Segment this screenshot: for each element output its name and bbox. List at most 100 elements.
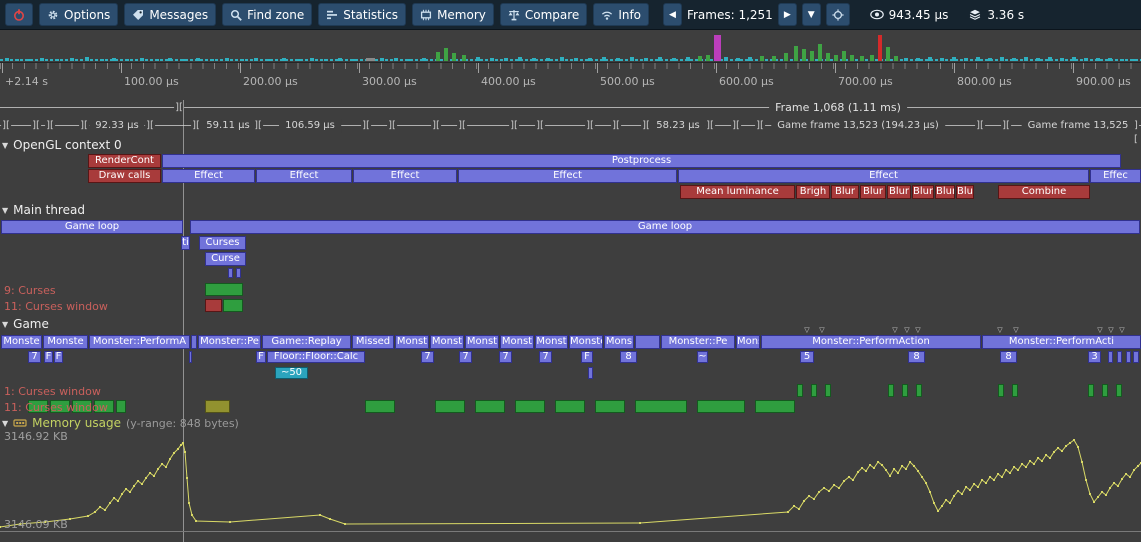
frame-bar[interactable] (422, 58, 426, 61)
frame-bar[interactable] (748, 57, 752, 61)
frame-bar[interactable] (408, 59, 412, 61)
zone-bar[interactable]: Blur (831, 185, 859, 199)
zone-bar[interactable]: Game loop (190, 220, 1140, 234)
frame-bar[interactable] (518, 57, 522, 61)
frame-bar[interactable] (1072, 57, 1076, 61)
frame-bar[interactable] (462, 55, 466, 61)
zone-bar[interactable]: F (256, 351, 266, 363)
info-button[interactable]: Info (593, 3, 649, 26)
zone-bar[interactable]: Effect (162, 169, 255, 183)
frame-band[interactable]: ][Frame 1,068 (1.11 ms) (0, 100, 1141, 116)
frame-bar[interactable] (1132, 59, 1136, 61)
zone-bar[interactable]: Monster::PerformA (89, 335, 190, 349)
zone-bar[interactable] (365, 400, 395, 413)
zone-bar[interactable] (635, 400, 687, 413)
zone-bar[interactable]: Effect (458, 169, 677, 183)
zone-bar[interactable]: 7 (28, 351, 41, 363)
profiler-timeline-view[interactable]: OptionsMessagesFind zoneStatisticsMemory… (0, 0, 1141, 542)
messages-button[interactable]: Messages (124, 3, 216, 26)
frame-bar[interactable] (842, 51, 846, 61)
frame-bar[interactable] (324, 59, 328, 61)
frame-bar[interactable] (772, 56, 776, 61)
zone-bar[interactable] (1012, 384, 1018, 397)
zone-bar[interactable]: Game::Replay (262, 335, 351, 349)
zone-bar[interactable]: 7 (459, 351, 472, 363)
zone-bar[interactable]: ti (181, 236, 190, 250)
frame-bar[interactable] (894, 56, 898, 61)
zone-bar[interactable]: Postprocess (162, 154, 1121, 168)
frame-bar[interactable] (672, 58, 676, 61)
zone-bar[interactable]: Monste (569, 335, 603, 349)
zone-bar[interactable] (755, 400, 795, 413)
zone-bar[interactable] (1088, 384, 1094, 397)
zone-bar[interactable] (588, 367, 593, 379)
zone-bar[interactable]: F (54, 351, 63, 363)
zone-bar[interactable] (1133, 351, 1139, 363)
frame-bar[interactable] (870, 55, 874, 61)
frame-bar[interactable] (112, 58, 116, 61)
find-zone-button[interactable]: Find zone (222, 3, 312, 26)
frame-bar[interactable] (834, 55, 838, 61)
zone-bar[interactable]: Mean luminance (680, 185, 795, 199)
options-button[interactable]: Options (39, 3, 118, 26)
zone-bar[interactable]: Monst (500, 335, 534, 349)
frame-bar[interactable] (436, 52, 440, 61)
frame-bar[interactable] (394, 58, 398, 61)
frame-bar[interactable] (1000, 57, 1004, 61)
frame-bar[interactable] (546, 58, 550, 61)
zone-bar[interactable] (515, 400, 545, 413)
thread-label[interactable]: 11: Curses window (4, 300, 108, 313)
zone-bar[interactable]: 7 (421, 351, 434, 363)
zone-bar[interactable]: Effect (678, 169, 1089, 183)
zone-bar[interactable]: Blur (956, 185, 974, 199)
frame-bar[interactable] (916, 58, 920, 61)
frame-bar[interactable] (5, 58, 9, 61)
statistics-button[interactable]: Statistics (318, 3, 406, 26)
frame-bar[interactable] (644, 58, 648, 61)
frame-bar[interactable] (1120, 59, 1124, 61)
frame-bar[interactable] (1048, 57, 1052, 61)
frame-bar[interactable] (658, 57, 662, 61)
zone-bar[interactable] (228, 268, 233, 278)
zone-bar[interactable] (825, 384, 831, 397)
frame-bar[interactable] (1060, 58, 1064, 61)
compare-button[interactable]: Compare (500, 3, 587, 26)
frame-bar[interactable] (964, 58, 968, 61)
frame-bar[interactable] (366, 58, 375, 61)
frame-bar[interactable] (1036, 58, 1040, 61)
thread-label[interactable]: 11: Curses window (4, 401, 108, 414)
frame-bar[interactable] (444, 48, 448, 61)
zone-bar[interactable] (236, 268, 241, 278)
frame-bar[interactable] (1012, 58, 1016, 61)
frame-bar[interactable] (504, 58, 508, 61)
zone-bar[interactable]: Floor::Floor::Calc (267, 351, 365, 363)
thread-label[interactable]: 1: Curses window (4, 385, 101, 398)
frames-next-button[interactable]: ▶ (778, 3, 797, 26)
memory-usage-chart[interactable] (0, 437, 1141, 533)
section-main-thread[interactable]: ▼Main thread (2, 203, 85, 217)
zone-bar[interactable] (902, 384, 908, 397)
frame-bar[interactable] (724, 57, 728, 61)
zone-bar[interactable] (888, 384, 894, 397)
frame-bar[interactable] (976, 57, 980, 61)
zone-bar[interactable]: Effect (353, 169, 457, 183)
zone-bar[interactable]: Monst (395, 335, 429, 349)
frame-bar[interactable] (296, 59, 300, 61)
zone-bar[interactable]: Game loop (1, 220, 183, 234)
frame-histogram[interactable] (0, 31, 1141, 61)
frame-bar[interactable] (182, 59, 186, 61)
zone-bar[interactable] (1116, 384, 1122, 397)
frame-bar[interactable] (706, 55, 710, 61)
frame-bar[interactable] (714, 35, 721, 61)
frame-bar[interactable] (490, 58, 494, 61)
zone-bar[interactable]: Blur (912, 185, 934, 199)
frame-bar[interactable] (125, 59, 129, 61)
zone-bar[interactable] (811, 384, 817, 397)
zone-bar[interactable] (1102, 384, 1108, 397)
zone-bar[interactable]: F (581, 351, 593, 363)
zone-bar[interactable]: Draw calls (88, 169, 161, 183)
zone-bar[interactable] (205, 400, 230, 413)
frame-bar[interactable] (850, 55, 854, 61)
frame-bar[interactable] (686, 57, 690, 61)
zone-bar[interactable] (223, 299, 243, 312)
